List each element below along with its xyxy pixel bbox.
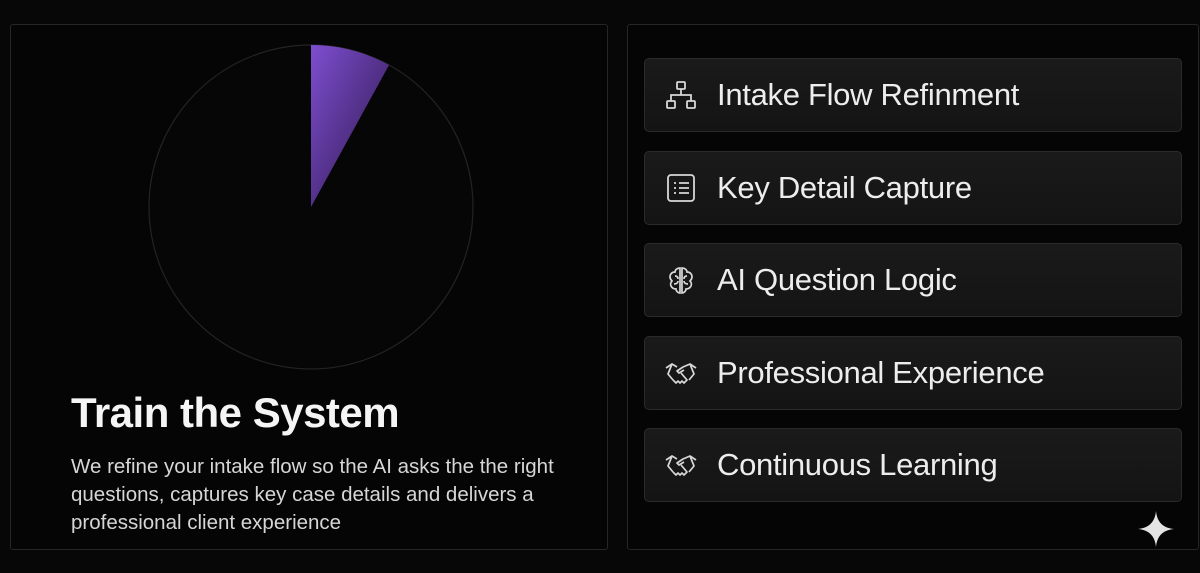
sparkle-icon — [1138, 511, 1174, 547]
feature-card-continuous-learning[interactable]: Continuous Learning — [644, 428, 1182, 502]
feature-label: Intake Flow Refinment — [717, 77, 1020, 112]
feature-card-professional-experience[interactable]: Professional Experience — [644, 335, 1182, 410]
handshake-icon — [661, 445, 701, 485]
handshake-icon — [661, 353, 701, 393]
feature-label: Key Detail Capture — [717, 169, 972, 205]
feature-card-key-detail[interactable]: Key Detail Capture — [644, 150, 1182, 225]
feature-list: Intake Flow Refinment Key Detail Capture — [644, 58, 1182, 521]
list-document-icon — [661, 168, 701, 208]
feature-card-question-logic[interactable]: AI Question Logic — [644, 243, 1182, 317]
features-panel: Intake Flow Refinment Key Detail Capture — [627, 24, 1199, 550]
training-panel: Train the System We refine your intake f… — [10, 24, 608, 550]
brain-icon — [661, 260, 701, 300]
panel-description: We refine your intake flow so the AI ask… — [71, 455, 554, 534]
feature-label: AI Question Logic — [717, 262, 957, 297]
feature-label: Continuous Learning — [717, 447, 998, 482]
panel-title: Train the System — [71, 389, 400, 436]
progress-ring — [148, 44, 474, 370]
feature-label: Professional Experience — [717, 354, 1045, 390]
stage: Train the System We refine your intake f… — [0, 0, 1200, 573]
flowchart-icon — [661, 75, 701, 115]
feature-card-intake-flow[interactable]: Intake Flow Refinment — [644, 58, 1182, 132]
